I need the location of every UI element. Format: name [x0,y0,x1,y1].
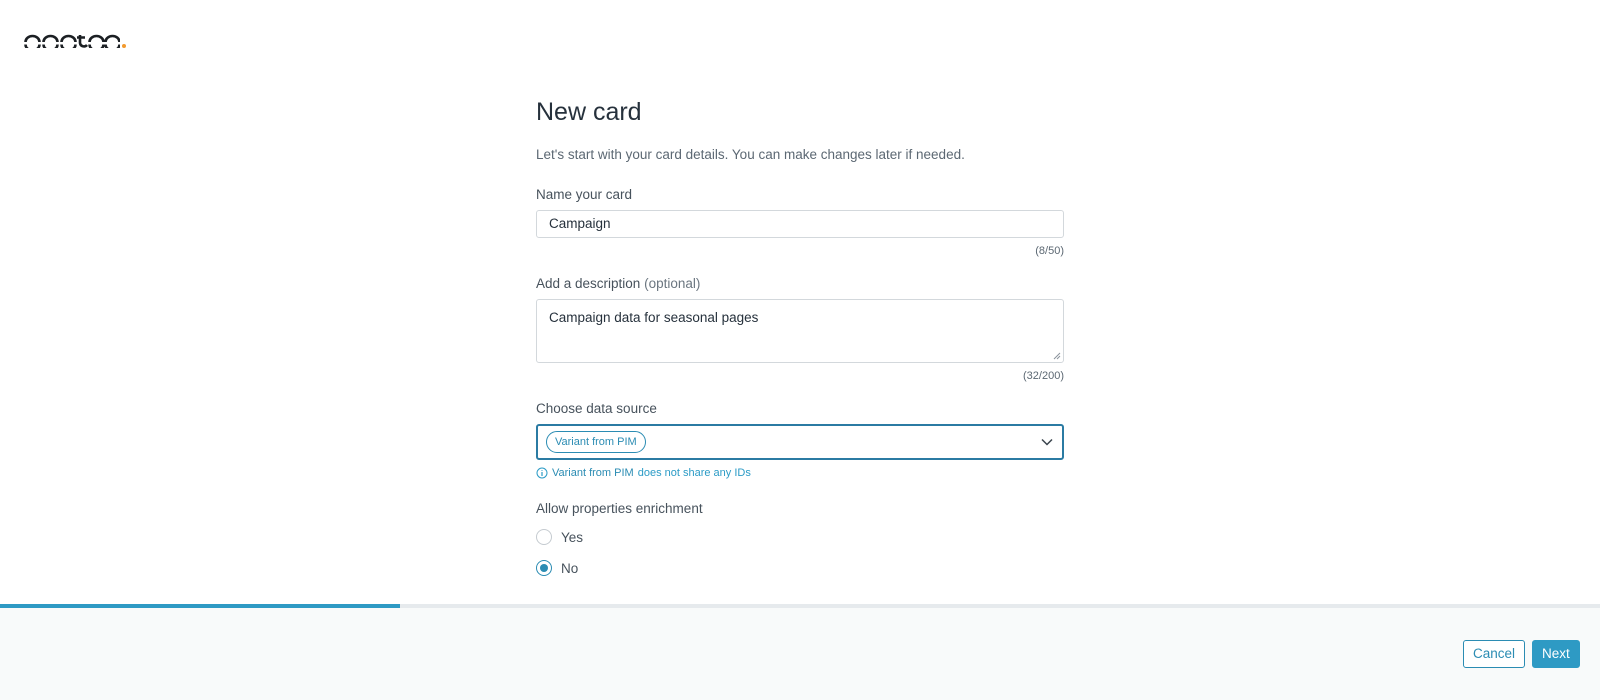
enrichment-field: Allow properties enrichment Yes No [536,500,1064,581]
data-source-field: Choose data source Variant from PIM Vari… [536,400,1064,480]
selected-source-chip[interactable]: Variant from PIM [546,431,646,453]
page-subtitle: Let's start with your card details. You … [536,147,965,162]
card-name-value: Campaign [549,216,611,231]
cancel-button[interactable]: Cancel [1463,640,1526,668]
description-field: Add a description (optional) Campaign da… [536,275,1064,383]
brand-logo [24,30,126,48]
radio-no-label: No [561,560,579,576]
data-source-hint: Variant from PIM does not share any IDs [536,466,1064,480]
data-source-label: Choose data source [536,401,657,416]
info-icon [536,467,548,479]
description-label-text: Add a description [536,276,641,291]
radio-option-no[interactable]: No [536,555,1064,581]
hint-text: does not share any IDs [637,467,751,479]
name-field: Name your card Campaign (8/50) [536,186,1064,258]
radio-option-yes[interactable]: Yes [536,524,1064,550]
optional-tag: (optional) [644,276,701,291]
chevron-down-icon[interactable] [1040,435,1054,449]
radio-no[interactable] [536,560,552,576]
radio-yes-label: Yes [561,529,584,545]
logo-dot [122,44,126,48]
radio-yes[interactable] [536,529,552,545]
new-card-form: New card Let's start with your card deta… [536,96,1064,581]
logo-wordmark-icon [24,34,120,48]
enrichment-label: Allow properties enrichment [536,501,703,516]
hint-source-name: Variant from PIM [552,467,634,479]
page-title: New card [536,98,642,126]
description-textarea[interactable]: Campaign data for seasonal pages [536,299,1064,363]
description-value: Campaign data for seasonal pages [549,310,759,325]
wizard-footer: Cancel Next [0,608,1600,700]
resize-grip-icon[interactable] [1053,352,1061,360]
name-char-counter: (8/50) [1035,245,1064,257]
description-char-counter: (32/200) [1023,370,1064,382]
data-source-select[interactable]: Variant from PIM [536,424,1064,460]
next-button[interactable]: Next [1532,640,1580,668]
description-label: Add a description (optional) [536,275,1064,293]
card-name-input[interactable]: Campaign [536,210,1064,238]
name-label: Name your card [536,187,633,202]
